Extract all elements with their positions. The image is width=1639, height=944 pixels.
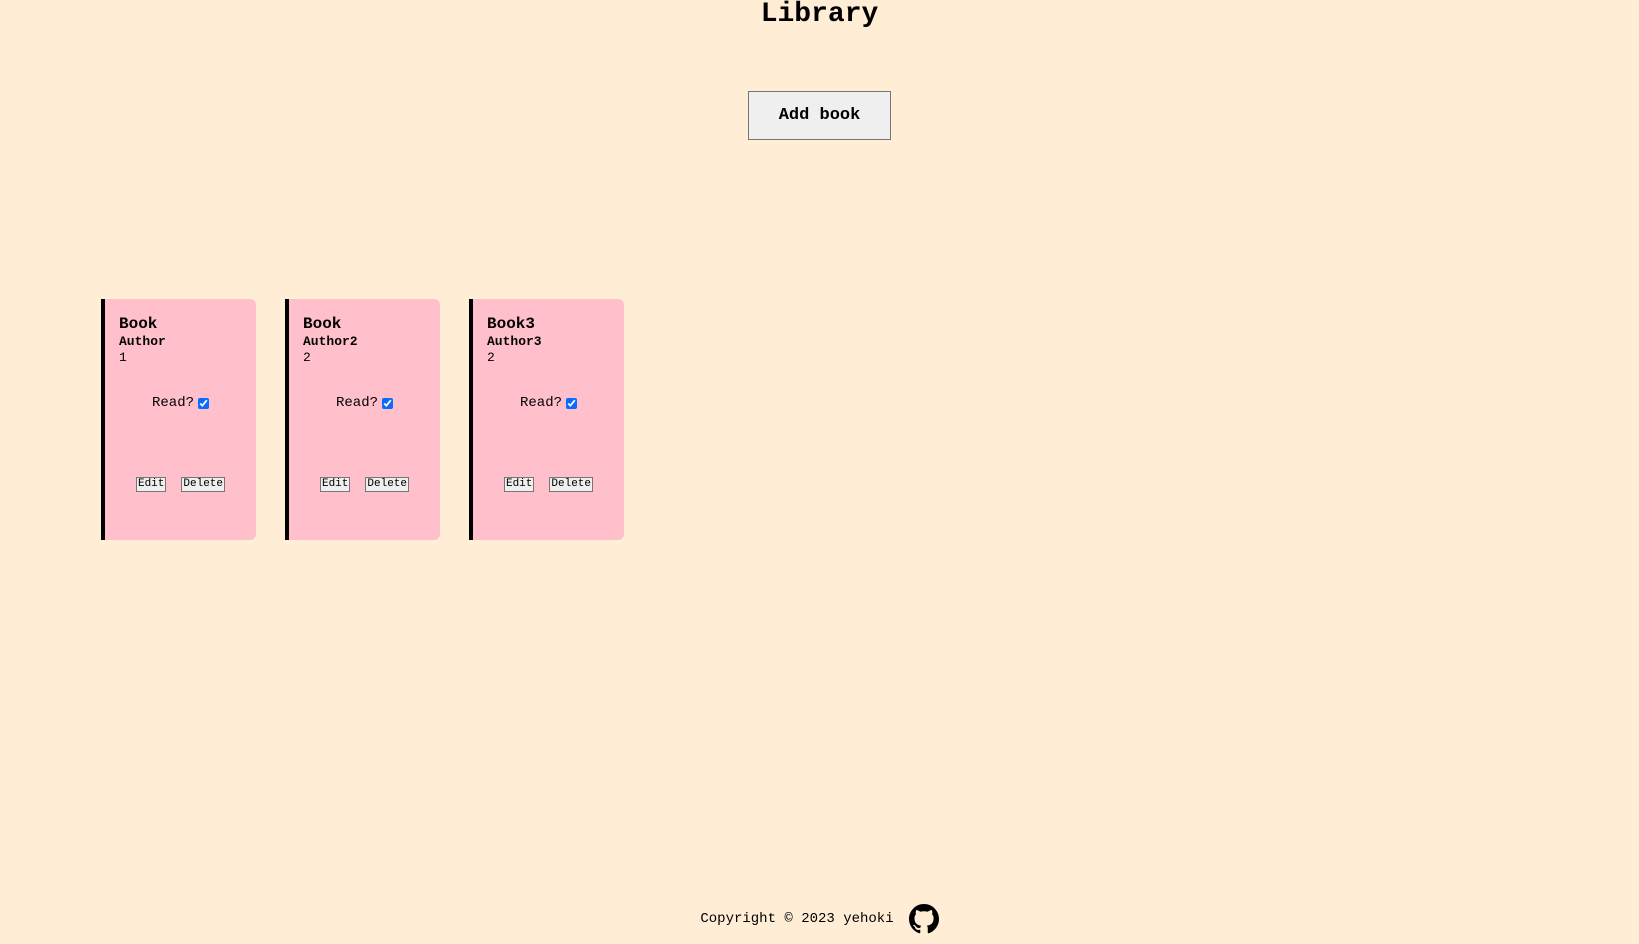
book-list: Book Author 1 Read? Edit Delete Book Aut…	[101, 299, 624, 540]
read-toggle: Read?	[289, 395, 440, 411]
delete-button[interactable]: Delete	[365, 477, 409, 492]
delete-button[interactable]: Delete	[181, 477, 225, 492]
github-link[interactable]	[908, 904, 939, 934]
book-author: Author2	[303, 334, 358, 349]
book-card: Book Author2 2 Read? Edit Delete	[285, 299, 440, 540]
github-icon	[908, 904, 939, 934]
book-author: Author	[119, 334, 166, 349]
read-checkbox[interactable]	[198, 397, 209, 409]
copyright-text: Copyright © 2023 yehoki	[700, 911, 894, 927]
page-title: Library	[760, 0, 879, 30]
add-book-button[interactable]: Add book	[748, 91, 891, 140]
edit-button[interactable]: Edit	[135, 477, 167, 492]
book-title: Book	[303, 315, 342, 333]
book-title: Book	[119, 315, 158, 333]
edit-button[interactable]: Edit	[503, 477, 535, 492]
read-toggle: Read?	[105, 395, 256, 411]
card-actions: Edit Delete	[105, 477, 256, 492]
book-card: Book Author 1 Read? Edit Delete	[101, 299, 256, 540]
read-toggle: Read?	[473, 395, 624, 411]
edit-button[interactable]: Edit	[319, 477, 351, 492]
book-card: Book3 Author3 2 Read? Edit Delete	[469, 299, 624, 540]
book-pages: 1	[119, 350, 127, 365]
read-checkbox[interactable]	[382, 397, 393, 409]
book-title: Book3	[487, 315, 536, 333]
delete-button[interactable]: Delete	[549, 477, 593, 492]
book-pages: 2	[303, 350, 311, 365]
read-label: Read?	[151, 395, 194, 411]
read-checkbox[interactable]	[566, 397, 577, 409]
footer: Copyright © 2023 yehoki	[0, 904, 1639, 934]
card-actions: Edit Delete	[289, 477, 440, 492]
book-pages: 2	[487, 350, 495, 365]
book-author: Author3	[487, 334, 542, 349]
card-actions: Edit Delete	[473, 477, 624, 492]
read-label: Read?	[519, 395, 562, 411]
read-label: Read?	[335, 395, 378, 411]
